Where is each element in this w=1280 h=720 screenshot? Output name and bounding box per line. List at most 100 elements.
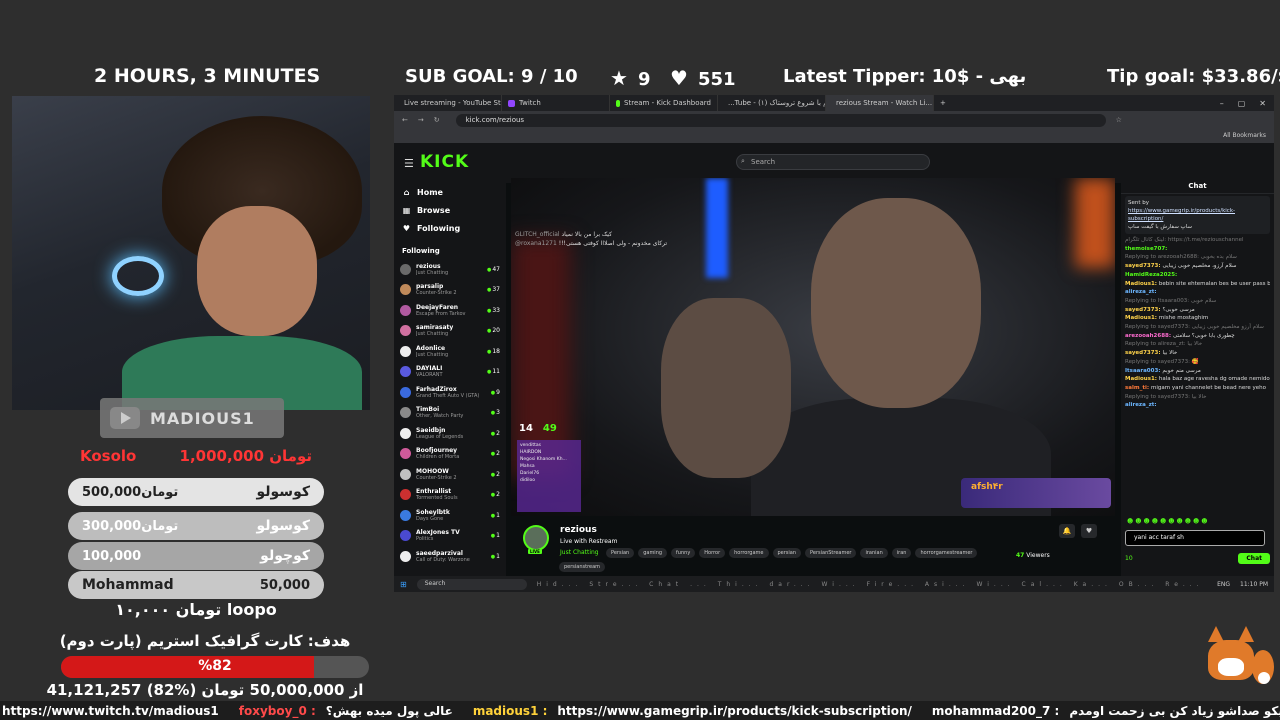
stream-tag[interactable]: horrorgame <box>729 548 769 558</box>
following-channel[interactable]: SoheylbtkDays Gone 1 <box>394 505 506 526</box>
donor-row: 100,000 کوچولو <box>68 542 324 570</box>
streamer-avatar[interactable]: LIVE <box>523 525 549 554</box>
following-channel[interactable]: AlexJones TVPolitics 1 <box>394 526 506 547</box>
minimize-button[interactable]: – <box>1220 99 1224 108</box>
emote-bar[interactable]: ☻☻☻☻☻☻☻☻☻☻ <box>1127 518 1210 525</box>
following-channel[interactable]: BoofjourneyChildren of Morta 2 <box>394 444 506 465</box>
following-channel[interactable]: TimBoiOther, Watch Party 3 <box>394 403 506 424</box>
following-channel[interactable]: parsalipCounter-Strike 2 37 <box>394 280 506 301</box>
following-channel[interactable]: EnthrallistTormented Souls 2 <box>394 485 506 506</box>
donor-row: 500,000تومان کوسولو <box>68 478 324 506</box>
channel-viewer-count: 33 <box>487 307 500 314</box>
follow-heart-icon[interactable]: ♥ <box>1081 524 1097 538</box>
taskbar-search[interactable]: Search <box>416 578 527 590</box>
browser-tab[interactable]: Live streaming - YouTube Studio <box>394 95 502 111</box>
chat-username[interactable]: Madious1: <box>1125 281 1159 287</box>
latest-donation: ۱۰,۰۰۰ تومان loopo <box>115 600 277 619</box>
following-channel[interactable]: reziousJust Chatting 47 <box>394 259 506 280</box>
video-player[interactable]: GLITCH_official کیک برا من بالا نمیاد @r… <box>511 178 1115 516</box>
chat-username[interactable]: sayed7373: <box>1125 307 1163 313</box>
chat-message: لینک کانال تلگرام: https://t.me/reziousc… <box>1125 236 1270 245</box>
chat-username[interactable]: Madious1: <box>1125 315 1159 321</box>
chat-username[interactable]: alireza_zt: <box>1125 402 1157 408</box>
all-bookmarks[interactable]: All Bookmarks <box>1223 132 1266 139</box>
kick-header: ☰ KICK ⌕ Search <box>394 143 1274 183</box>
streamer-name[interactable]: rezious <box>560 525 597 535</box>
heart-icon: ♥ <box>402 223 411 233</box>
chat-username[interactable]: arezooah2688: <box>1125 333 1173 339</box>
top-donor-amount: 1,000,000 تومان <box>179 447 312 465</box>
following-channel[interactable]: DAYIALIVALORANT 11 <box>394 362 506 383</box>
browser-tab[interactable]: ...Tube - بریم با شروع تروستاک (۱) <box>718 95 826 111</box>
kick-logo[interactable]: KICK <box>420 152 469 172</box>
chat-username[interactable]: sayed7373: <box>1125 263 1163 269</box>
back-icon[interactable]: ← <box>402 116 408 124</box>
browser-tab-active[interactable]: rezious Stream - Watch Li... <box>826 95 934 111</box>
browser-tab[interactable]: Twitch <box>502 95 610 111</box>
kick-search-input[interactable]: ⌕ Search <box>736 154 930 170</box>
stream-tag[interactable]: gaming <box>638 548 668 558</box>
channel-viewer-count: 2 <box>491 471 500 478</box>
following-channel[interactable]: DeejayFarenEscape From Tarkov 33 <box>394 300 506 321</box>
browser-tab[interactable]: Stream - Kick Dashboard <box>610 95 718 111</box>
pinned-link[interactable]: https://www.gamegrip.ir/products/kick-su… <box>1128 208 1235 222</box>
following-channel[interactable]: SaeidbjnLeague of Legends 2 <box>394 423 506 444</box>
chat-input[interactable]: yani acc taraf sh <box>1125 530 1265 546</box>
nav-following[interactable]: ♥ Following <box>394 219 506 237</box>
chat-username[interactable]: Itsaara003: <box>1125 368 1162 374</box>
stream-title: Live with Restream <box>560 538 618 545</box>
channel-name: saeedparzival Call of Duty: Warzone <box>416 549 470 563</box>
address-bar: ← → ↻ kick.com/rezious ☆ <box>394 111 1274 129</box>
stream-tag[interactable]: PersianStreamer <box>805 548 857 558</box>
leaderboard-entry: Negosi Khanom Kh... <box>520 457 567 462</box>
leaderboard-entry: HAIRDON <box>520 450 542 455</box>
nav-home[interactable]: ⌂ Home <box>394 183 506 201</box>
stream-tag[interactable]: persianstream <box>559 562 606 572</box>
following-channel[interactable]: saeedparzivalCall of Duty: Warzone 1 <box>394 546 506 567</box>
chat-username[interactable]: HamidReza2025: <box>1125 272 1177 278</box>
following-channel[interactable]: MOHOOWCounter-Strike 2 2 <box>394 464 506 485</box>
nav-browse[interactable]: ▦ Browse <box>394 201 506 219</box>
bookmark-star-icon[interactable]: ☆ <box>1116 116 1122 124</box>
menu-icon[interactable]: ☰ <box>404 157 414 170</box>
stream-timer: 2 HOURS, 3 MINUTES <box>94 65 321 87</box>
stream-tag[interactable]: funny <box>671 548 696 558</box>
chat-username[interactable]: alireza_zt: <box>1125 289 1157 295</box>
following-channel-list: reziousJust Chatting 47 parsalipCounter-St… <box>394 259 506 567</box>
forward-icon[interactable]: → <box>418 116 424 124</box>
windows-start-icon[interactable]: ⊞ <box>400 580 407 589</box>
ticker-item: madious1 : <box>472 703 548 718</box>
stream-tag[interactable]: iran <box>891 548 912 558</box>
new-tab-button[interactable]: + <box>934 99 952 107</box>
stream-category[interactable]: Just Chatting <box>560 549 599 556</box>
notification-bell-icon[interactable]: 🔔 <box>1059 524 1075 538</box>
stream-tag[interactable]: Horror <box>699 548 726 558</box>
chat-message: HamidReza2025: <box>1125 271 1270 280</box>
following-channel[interactable]: samirasatyJust Chatting 20 <box>394 321 506 342</box>
channel-avatar <box>400 284 411 296</box>
taskbar-apps[interactable]: Hid... Stre... Chat ... Thi... dar... Wi… <box>537 581 1204 588</box>
chat-username[interactable]: themoise707: <box>1125 246 1167 252</box>
stream-tag[interactable]: horrorgamestreamer <box>915 548 978 558</box>
stream-tag[interactable]: Persian <box>606 548 635 558</box>
donation-goal-title: هدف: کارت گرافیک استریم (پارت دوم) <box>59 632 351 650</box>
reload-icon[interactable]: ↻ <box>434 116 440 124</box>
chat-send-button[interactable]: Chat <box>1238 553 1270 564</box>
kick-sidebar: ⌂ Home ▦ Browse ♥ Following Following rezio… <box>394 183 506 576</box>
maximize-button[interactable]: ▢ <box>1238 99 1246 108</box>
video-blue-light <box>706 178 728 278</box>
channel-viewer-count: 18 <box>487 348 500 355</box>
following-channel[interactable]: AdonliceJust Chatting 18 <box>394 341 506 362</box>
stream-tag[interactable]: iranian <box>860 548 888 558</box>
following-channel[interactable]: FarhadZiroxGrand Theft Auto V (GTA) 9 <box>394 382 506 403</box>
ticker-item: https://www.twitch.tv/madious1 <box>2 703 219 718</box>
url-input[interactable]: kick.com/rezious <box>455 113 1106 127</box>
youtube-icon <box>110 407 140 429</box>
chat-username[interactable]: sayed7373: <box>1125 350 1163 356</box>
chat-username[interactable]: salm_ti: <box>1125 385 1151 391</box>
chat-username[interactable]: Madious1: <box>1125 376 1159 382</box>
channel-avatar <box>400 345 411 357</box>
close-button[interactable]: ✕ <box>1259 99 1266 108</box>
channel-name: parsalip Counter-Strike 2 <box>416 283 457 297</box>
stream-tag[interactable]: persian <box>772 548 802 558</box>
